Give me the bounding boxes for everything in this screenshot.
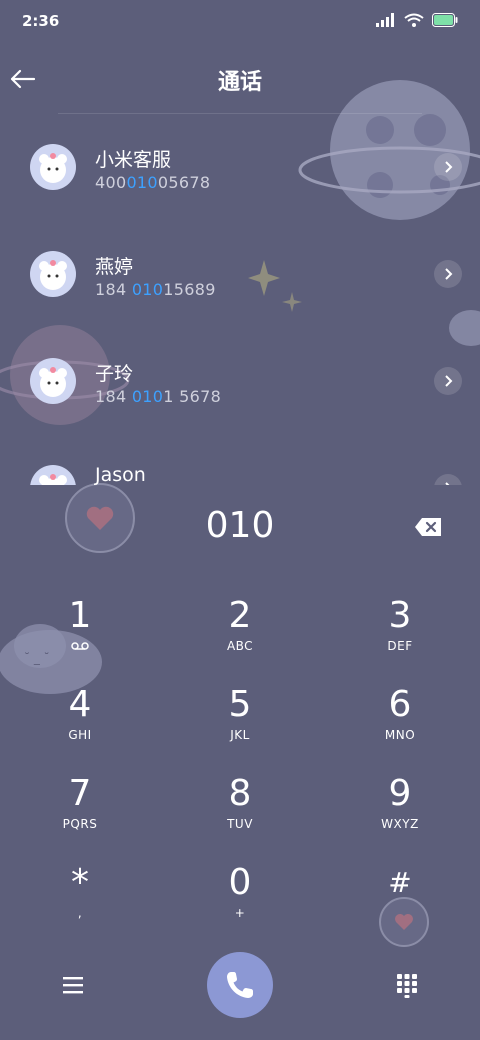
avatar [30, 465, 76, 485]
key-digit: 5 [228, 684, 252, 725]
key-9[interactable]: 9 WXYZ [340, 774, 460, 854]
key-3[interactable]: 3 DEF [340, 596, 460, 676]
key-0[interactable]: 0 + [180, 863, 300, 943]
header: 通话 [0, 52, 480, 108]
key-letters: WXYZ [381, 817, 419, 831]
key-digit: 8 [228, 773, 252, 814]
key-letters: MNO [384, 728, 416, 742]
status-time: 2:36 [22, 12, 60, 30]
list-item[interactable]: 燕婷 184 01015689 [0, 220, 480, 326]
dialpad-icon[interactable] [394, 972, 420, 998]
bear-avatar-icon [39, 367, 67, 397]
key-letters: JKL [230, 728, 250, 742]
key-digit: 0 [228, 862, 252, 903]
key-4[interactable]: 4 GHI [20, 685, 140, 765]
menu-icon[interactable] [60, 974, 86, 996]
key-star[interactable]: * , [20, 863, 140, 943]
page-title: 通话 [217, 70, 262, 95]
contact-detail-button[interactable] [434, 153, 462, 181]
contact-detail-button[interactable] [434, 367, 462, 395]
key-letters: ABC [226, 639, 254, 653]
call-button[interactable] [207, 952, 273, 1018]
avatar [30, 144, 76, 190]
wifi-icon [404, 13, 424, 27]
contact-number: 184 0101 5678 [95, 387, 222, 406]
bear-avatar-icon [39, 260, 67, 290]
key-1[interactable]: 1 [20, 596, 140, 676]
key-letters: TUV [227, 817, 253, 831]
number-match-highlight: 010 [126, 173, 158, 192]
avatar [30, 358, 76, 404]
contact-detail-button[interactable] [434, 260, 462, 288]
key-letters: PQRS [62, 817, 98, 831]
contact-name: Jason [95, 464, 146, 485]
battery-icon [432, 13, 458, 27]
contact-detail-button[interactable] [434, 474, 462, 485]
key-6[interactable]: 6 MNO [340, 685, 460, 765]
number-match-highlight: 010 [131, 387, 164, 406]
key-digit: 4 [68, 684, 92, 725]
chevron-right-icon [445, 161, 453, 173]
status-icons [376, 13, 458, 27]
key-letters: + [234, 906, 246, 920]
key-hash[interactable]: # [340, 863, 460, 943]
contact-list: 小米客服 40001005678 燕婷 184 01015689 子玲 184 … [0, 113, 480, 485]
contact-name: 燕婷 [95, 256, 134, 278]
bear-avatar-icon [39, 474, 67, 485]
voicemail-icon [71, 642, 89, 650]
key-2[interactable]: 2 ABC [180, 596, 300, 676]
contact-name: 子玲 [95, 363, 134, 385]
key-5[interactable]: 5 JKL [180, 685, 300, 765]
key-digit: # [388, 866, 412, 899]
key-letters: , [77, 906, 83, 920]
chevron-right-icon [445, 375, 453, 387]
status-bar: 2:36 [0, 0, 480, 44]
key-digit: 7 [68, 773, 92, 814]
contact-number: 184 01015689 [95, 280, 216, 299]
phone-icon [227, 972, 253, 998]
key-digit: * [71, 862, 89, 903]
key-digit: 6 [388, 684, 412, 725]
signal-icon [376, 13, 394, 27]
key-digit: 2 [228, 595, 252, 636]
chevron-right-icon [445, 482, 450, 485]
key-digit: 1 [68, 595, 92, 636]
key-digit: 9 [388, 773, 412, 814]
avatar [30, 251, 76, 297]
contact-number: 40001005678 [95, 173, 211, 192]
backspace-icon[interactable] [414, 517, 442, 537]
list-item[interactable]: 小米客服 40001005678 [0, 113, 480, 219]
key-8[interactable]: 8 TUV [180, 774, 300, 854]
key-7[interactable]: 7 PQRS [20, 774, 140, 854]
number-match-highlight: 010 [131, 280, 164, 299]
contact-name: 小米客服 [95, 149, 172, 171]
bear-avatar-icon [39, 153, 67, 183]
key-letters: GHI [68, 728, 92, 742]
list-item[interactable]: 子玲 184 0101 5678 [0, 327, 480, 433]
list-item[interactable]: Jason [0, 434, 480, 485]
dial-input-display: 010 [205, 505, 275, 546]
chevron-right-icon [445, 268, 453, 280]
key-digit: 3 [388, 595, 412, 636]
key-letters: DEF [387, 639, 413, 653]
